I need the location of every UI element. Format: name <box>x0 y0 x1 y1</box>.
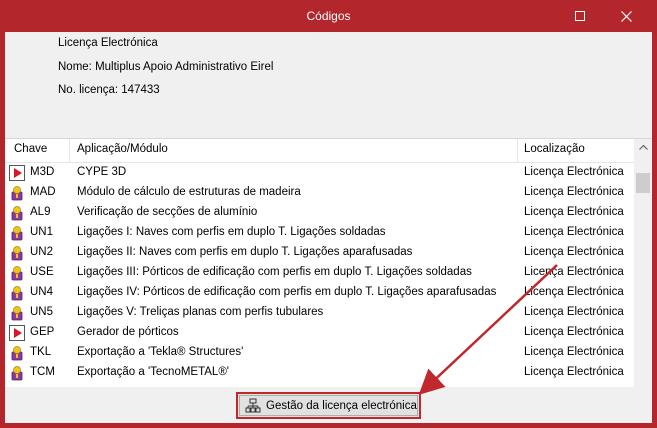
close-button[interactable] <box>603 0 649 32</box>
module-name: Ligações IV: Pórticos de edificação com … <box>77 286 497 298</box>
close-icon <box>620 10 632 22</box>
table-row[interactable]: UN2 Ligações II: Naves com perfis em dupl… <box>5 243 634 263</box>
table-row[interactable]: AL9 Verificação de secções de alumínio Lic… <box>5 203 634 223</box>
module-name: Ligações III: Pórticos de edificação com… <box>77 266 472 278</box>
key-icon <box>9 225 25 241</box>
maximize-icon <box>575 11 585 21</box>
module-location: Licença Electrónica <box>524 206 624 218</box>
module-name: Ligações I: Naves com perfis em duplo T.… <box>77 226 386 238</box>
module-name: Exportação a 'TecnoMETAL®' <box>77 366 229 378</box>
key-icon <box>9 205 25 221</box>
module-name: CYPE 3D <box>77 166 127 178</box>
table-row[interactable]: UN4 Ligações IV: Pórticos de edificação c… <box>5 283 634 303</box>
column-header-key[interactable]: Chave <box>14 143 47 155</box>
module-location: Licença Electrónica <box>524 366 624 378</box>
module-name: Verificação de secções de alumínio <box>77 206 258 218</box>
module-location: Licença Electrónica <box>524 166 624 178</box>
network-icon <box>245 398 261 412</box>
module-code: USE <box>30 266 54 278</box>
column-divider[interactable] <box>517 139 518 163</box>
module-name: Módulo de cálculo de estruturas de madei… <box>77 186 301 198</box>
scroll-thumb[interactable] <box>636 173 650 193</box>
module-location: Licença Electrónica <box>524 226 624 238</box>
table-row[interactable]: TCM Exportação a 'TecnoMETAL®' Licença Ele… <box>5 363 634 383</box>
list-header: Chave Aplicação/Módulo Localização <box>5 139 634 163</box>
module-location: Licença Electrónica <box>524 326 624 338</box>
table-row[interactable]: TKL Exportação a 'Tekla® Structures' Licen… <box>5 343 634 363</box>
module-name: Exportação a 'Tekla® Structures' <box>77 346 244 358</box>
module-code: UN1 <box>30 226 54 238</box>
module-name: Ligações II: Naves com perfis em duplo T… <box>77 246 413 258</box>
module-code: AL9 <box>30 206 51 218</box>
dialog-body: Licença Electrónica Nome: Multiplus Apoi… <box>5 32 652 423</box>
key-icon <box>9 185 25 201</box>
license-management-button[interactable]: Gestão da licença electrónica <box>236 392 421 419</box>
license-management-label: Gestão da licença electrónica <box>266 399 417 412</box>
title-bar[interactable]: Códigos <box>0 0 657 32</box>
key-icon <box>9 365 25 381</box>
module-location: Licença Electrónica <box>524 346 624 358</box>
key-icon <box>9 245 25 261</box>
module-code: GEP <box>30 326 55 338</box>
module-name: Gerador de pórticos <box>77 326 179 338</box>
column-header-location[interactable]: Localização <box>524 143 585 155</box>
license-type: Licença Electrónica <box>58 37 158 49</box>
module-code: UN2 <box>30 246 54 258</box>
modules-list[interactable]: Chave Aplicação/Módulo Localização M3D CY… <box>5 138 652 387</box>
module-code: TCM <box>30 366 55 378</box>
column-header-application[interactable]: Aplicação/Módulo <box>77 143 168 155</box>
play-icon <box>9 165 25 181</box>
module-location: Licença Electrónica <box>524 246 624 258</box>
module-code: UN4 <box>30 286 54 298</box>
play-icon <box>9 325 25 341</box>
scroll-up-button[interactable] <box>634 139 652 156</box>
maximize-button[interactable] <box>557 0 603 32</box>
table-row[interactable]: M3D CYPE 3D Licença Electrónica <box>5 163 634 183</box>
key-icon <box>9 345 25 361</box>
key-icon <box>9 265 25 281</box>
chevron-up-icon <box>638 145 648 150</box>
module-location: Licença Electrónica <box>524 186 624 198</box>
module-location: Licença Electrónica <box>524 286 624 298</box>
license-holder-name: Nome: Multiplus Apoio Administrativo Eir… <box>58 61 274 73</box>
table-row[interactable]: UN5 Ligações V: Treliças planas com perfi… <box>5 303 634 323</box>
module-location: Licença Electrónica <box>524 266 624 278</box>
key-icon <box>9 305 25 321</box>
table-row[interactable]: UN1 Ligações I: Naves com perfis em duplo… <box>5 223 634 243</box>
vertical-scrollbar[interactable] <box>634 139 652 387</box>
license-number: No. licença: 147433 <box>58 84 160 96</box>
column-divider[interactable] <box>69 139 70 163</box>
table-row[interactable]: MAD Módulo de cálculo de estruturas de ma… <box>5 183 634 203</box>
table-row[interactable]: GEP Gerador de pórticos Licença Electrónic… <box>5 323 634 343</box>
table-row[interactable]: USE Ligações III: Pórticos de edificação … <box>5 263 634 283</box>
codes-window: Códigos Licença Electrónica Nome: Multip… <box>0 0 657 428</box>
module-name: Ligações V: Treliças planas com perfis t… <box>77 306 324 318</box>
key-icon <box>9 285 25 301</box>
license-info: Licença Electrónica Nome: Multiplus Apoi… <box>5 32 652 136</box>
module-location: Licença Electrónica <box>524 306 624 318</box>
module-code: UN5 <box>30 306 54 318</box>
module-code: TKL <box>30 346 52 358</box>
list-rows: M3D CYPE 3D Licença Electrónica MAD Módulo d… <box>5 163 634 383</box>
module-code: M3D <box>30 166 55 178</box>
module-code: MAD <box>30 186 56 198</box>
